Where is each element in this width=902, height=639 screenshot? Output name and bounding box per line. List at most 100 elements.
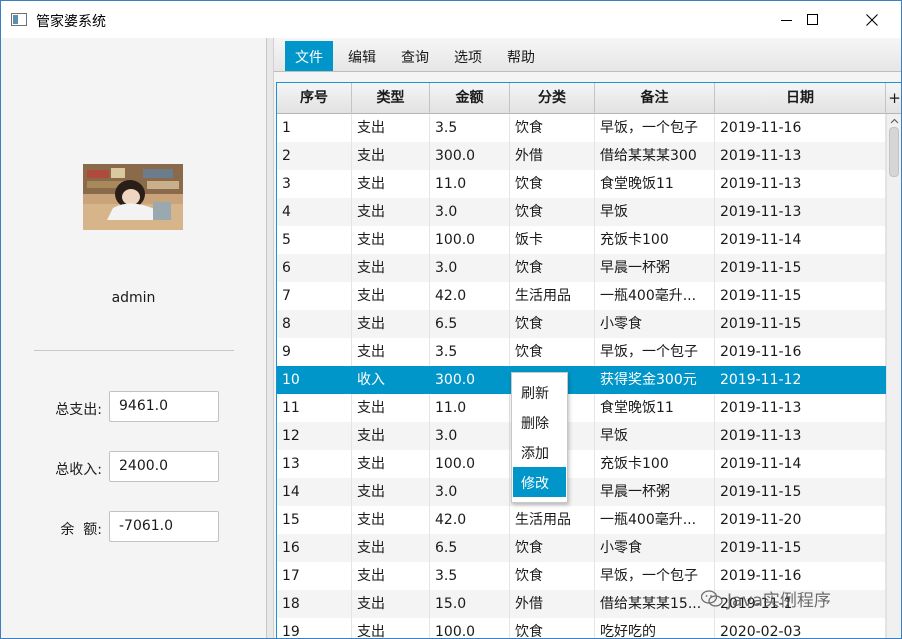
table-row[interactable]: 15 支出 42.0 生活用品 一瓶400毫升... 2019-11-20 (277, 506, 886, 534)
table-row[interactable]: 2 支出 300.0 外借 借给某某某300 2019-11-13 (277, 142, 886, 170)
scrollbar-thumb[interactable] (889, 127, 899, 177)
cell-note: 小零食 (595, 310, 715, 338)
cell-amount: 15.0 (430, 590, 510, 618)
column-header-date[interactable]: 日期 (715, 83, 886, 114)
split-pane-divider[interactable] (266, 38, 274, 638)
cell-note: 借给某某某15... (595, 590, 715, 618)
cell-type: 支出 (352, 114, 430, 142)
cell-amount: 300.0 (430, 366, 510, 394)
records-table: 序号 类型 金额 分类 备注 日期 + 1 支出 3.5 饮食 早饭，一个包子 2019-… (276, 82, 901, 638)
app-icon (11, 13, 27, 26)
cell-note: 早饭 (595, 422, 715, 450)
cell-type: 支出 (352, 142, 430, 170)
cell-id: 18 (277, 590, 352, 618)
watermark-text: Java实例程序 (727, 591, 831, 611)
menu-edit[interactable]: 编辑 (338, 41, 386, 71)
table-row[interactable]: 9 支出 3.5 饮食 早饭，一个包子 2019-11-16 (277, 338, 886, 366)
vertical-scrollbar[interactable] (886, 114, 901, 638)
cell-date: 2019-11-13 (715, 394, 886, 422)
main-panel: 文件 编辑 查询 选项 帮助 序号 类型 金额 分类 备注 日期 + 1 支出 3.… (274, 38, 901, 638)
cell-category: 生活用品 (510, 506, 595, 534)
table-body: 1 支出 3.5 饮食 早饭，一个包子 2019-11-16 2 支出 300.0 外借 借给某某某… (277, 114, 886, 638)
app-window: 管家婆系统 admin 总支出: 9461.0 总收入: 2400.0 余 额:… (0, 0, 902, 639)
cell-amount: 3.5 (430, 114, 510, 142)
cell-note: 小零食 (595, 534, 715, 562)
cell-category: 饮食 (510, 310, 595, 338)
cell-date: 2019-11-14 (715, 226, 886, 254)
cell-type: 支出 (352, 170, 430, 198)
balance-field[interactable]: -7061.0 (109, 511, 219, 542)
table-row[interactable]: 7 支出 42.0 生活用品 一瓶400毫升... 2019-11-15 (277, 282, 886, 310)
cell-note: 充饭卡100 (595, 226, 715, 254)
watermark: Java实例程序 (701, 586, 831, 611)
cell-id: 9 (277, 338, 352, 366)
column-header-category[interactable]: 分类 (510, 83, 595, 114)
cell-date: 2019-11-13 (715, 142, 886, 170)
cell-category: 饮食 (510, 198, 595, 226)
cell-date: 2019-11-12 (715, 366, 886, 394)
cell-id: 13 (277, 450, 352, 478)
cell-category: 饮食 (510, 338, 595, 366)
table-row[interactable]: 12 支出 3.0 早饭 2019-11-13 (277, 422, 886, 450)
context-menu-delete[interactable]: 删除 (513, 407, 566, 437)
column-header-id[interactable]: 序号 (277, 83, 352, 114)
close-button[interactable] (849, 1, 895, 38)
cell-category: 饮食 (510, 534, 595, 562)
cell-type: 支出 (352, 422, 430, 450)
title-bar[interactable]: 管家婆系统 (1, 1, 901, 38)
sidebar: admin 总支出: 9461.0 总收入: 2400.0 余 额: -7061… (1, 38, 266, 638)
cell-note: 早晨一杯粥 (595, 478, 715, 506)
cell-date: 2019-11-13 (715, 170, 886, 198)
context-menu-edit[interactable]: 修改 (513, 467, 566, 497)
cell-type: 支出 (352, 394, 430, 422)
menu-query[interactable]: 查询 (391, 41, 439, 71)
cell-type: 支出 (352, 198, 430, 226)
cell-note: 充饭卡100 (595, 450, 715, 478)
table-row[interactable]: 14 支出 3.0 早晨一杯粥 2019-11-15 (277, 478, 886, 506)
table-row[interactable]: 13 支出 100.0 充饭卡100 2019-11-14 (277, 450, 886, 478)
table-row[interactable]: 11 支出 11.0 食堂晚饭11 2019-11-13 (277, 394, 886, 422)
table-header: 序号 类型 金额 分类 备注 日期 + (277, 83, 901, 114)
table-row[interactable]: 1 支出 3.5 饮食 早饭，一个包子 2019-11-16 (277, 114, 886, 142)
cell-amount: 11.0 (430, 170, 510, 198)
total-income-field[interactable]: 2400.0 (109, 451, 219, 482)
cell-type: 支出 (352, 282, 430, 310)
scroll-up-arrow-icon (890, 118, 899, 124)
cell-category: 饮食 (510, 254, 595, 282)
cell-category: 饮食 (510, 618, 595, 638)
menu-file[interactable]: 文件 (285, 41, 333, 71)
cell-date: 2019-11-16 (715, 338, 886, 366)
cell-id: 7 (277, 282, 352, 310)
context-menu-refresh[interactable]: 刷新 (513, 377, 566, 407)
menu-help[interactable]: 帮助 (497, 41, 545, 71)
cell-note: 早饭，一个包子 (595, 114, 715, 142)
table-row[interactable]: 19 支出 100.0 饮食 吃好吃的 2020-02-03 (277, 618, 886, 638)
total-income-label: 总收入: (55, 462, 102, 478)
window-title: 管家婆系统 (36, 14, 106, 30)
column-header-note[interactable]: 备注 (595, 83, 715, 114)
cell-category: 饮食 (510, 562, 595, 590)
context-menu-add[interactable]: 添加 (513, 437, 566, 467)
cell-date: 2019-11-15 (715, 254, 886, 282)
column-menu-button[interactable]: + (886, 83, 901, 114)
column-header-type[interactable]: 类型 (352, 83, 430, 114)
cell-type: 收入 (352, 366, 430, 394)
table-row[interactable]: 6 支出 3.0 饮食 早晨一杯粥 2019-11-15 (277, 254, 886, 282)
total-expense-field[interactable]: 9461.0 (109, 391, 219, 422)
table-row[interactable]: 16 支出 6.5 饮食 小零食 2019-11-15 (277, 534, 886, 562)
table-row[interactable]: 3 支出 11.0 饮食 食堂晚饭11 2019-11-13 (277, 170, 886, 198)
table-row[interactable]: 10 收入 300.0 获得奖金300元 2019-11-12 (277, 366, 886, 394)
table-row[interactable]: 5 支出 100.0 饭卡 充饭卡100 2019-11-14 (277, 226, 886, 254)
cell-amount: 100.0 (430, 618, 510, 638)
column-header-amount[interactable]: 金额 (430, 83, 510, 114)
table-row[interactable]: 8 支出 6.5 饮食 小零食 2019-11-15 (277, 310, 886, 338)
table-row[interactable]: 4 支出 3.0 饮食 早饭 2019-11-13 (277, 198, 886, 226)
cell-note: 一瓶400毫升... (595, 506, 715, 534)
cell-category: 外借 (510, 142, 595, 170)
maximize-button[interactable] (790, 1, 836, 38)
cell-type: 支出 (352, 226, 430, 254)
cell-id: 15 (277, 506, 352, 534)
cell-id: 11 (277, 394, 352, 422)
menu-options[interactable]: 选项 (444, 41, 492, 71)
cell-id: 5 (277, 226, 352, 254)
